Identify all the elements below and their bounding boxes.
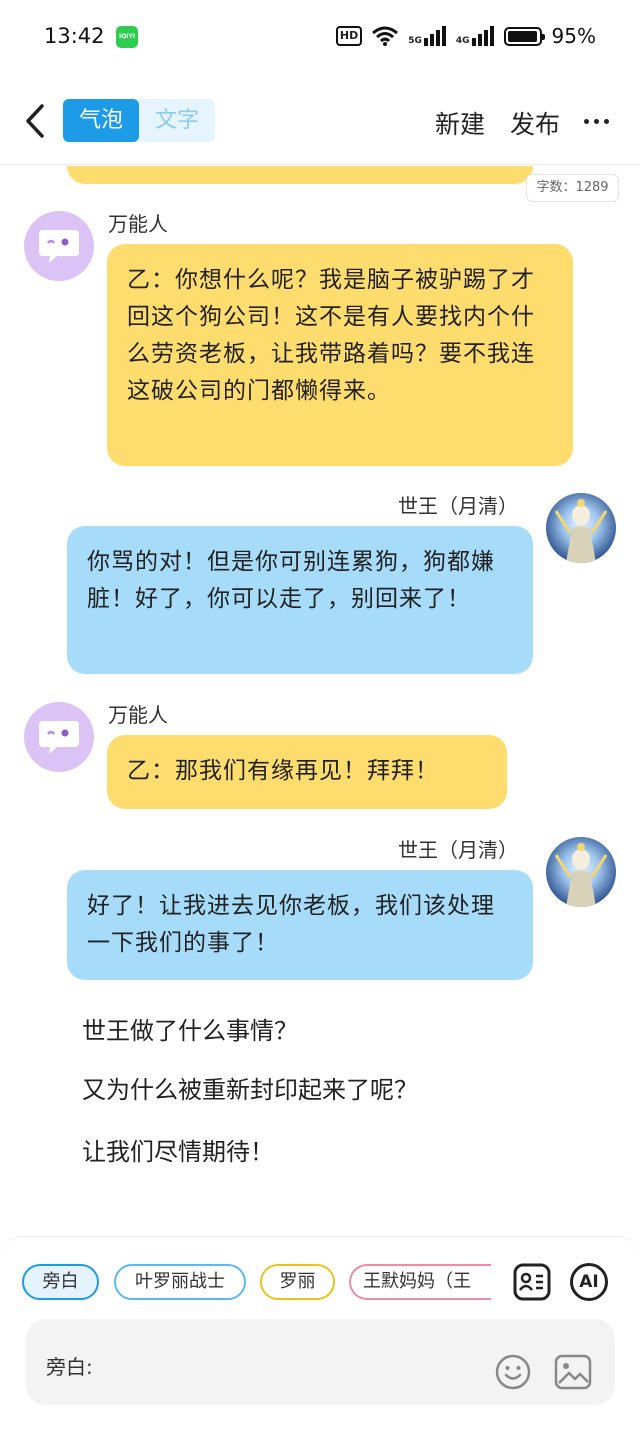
chevron-left-icon bbox=[26, 104, 44, 138]
speaker-name: 世王（月清） bbox=[398, 838, 518, 862]
narration-text[interactable]: 又为什么被重新封印起来了呢？ bbox=[82, 1070, 418, 1105]
avatar[interactable] bbox=[546, 493, 616, 563]
image-button[interactable] bbox=[554, 1354, 592, 1390]
character-chip-yeluoli-warrior[interactable]: 叶罗丽战士 bbox=[114, 1264, 246, 1300]
speaker-name: 世王（月清） bbox=[398, 494, 518, 518]
speaker-name: 万能人 bbox=[108, 212, 168, 236]
network-4g-label: 4G bbox=[455, 36, 470, 46]
view-mode-toggle: 气泡 文字 bbox=[63, 99, 215, 142]
character-list-button[interactable] bbox=[512, 1262, 552, 1302]
message-bubble[interactable]: 你骂的对！但是你可别连累狗，狗都嫌脏！好了，你可以走了，别回来了！ bbox=[67, 526, 533, 674]
avatar[interactable] bbox=[546, 837, 616, 907]
message-bubble[interactable]: 好了！让我进去见你老板，我们该处理一下我们的事了！ bbox=[67, 870, 533, 980]
back-button[interactable] bbox=[18, 101, 52, 141]
avatar[interactable] bbox=[24, 702, 94, 772]
word-count-badge: 字数：1289 bbox=[526, 174, 619, 202]
signal-5g-icon: 5G bbox=[408, 26, 446, 46]
composer-panel: 旁白 叶罗丽战士 罗丽 王默妈妈（王 AI 旁白: bbox=[0, 1236, 640, 1429]
signal-4g-icon: 4G bbox=[456, 26, 494, 46]
character-chip-luoli[interactable]: 罗丽 bbox=[260, 1264, 335, 1300]
more-icon[interactable] bbox=[584, 119, 609, 124]
chat-area[interactable]: 字数：1289 万能人 乙：你想什么呢？我是脑子被驴踢了才回这个狗公司！这不是有… bbox=[0, 166, 640, 1236]
message-bubble-partial[interactable] bbox=[67, 166, 533, 184]
publish-button[interactable]: 发布 bbox=[510, 105, 560, 141]
new-button[interactable]: 新建 bbox=[435, 105, 485, 141]
avatar[interactable] bbox=[24, 211, 94, 281]
ai-button[interactable]: AI bbox=[569, 1262, 609, 1302]
character-portrait-icon bbox=[554, 843, 608, 907]
character-list-icon bbox=[513, 1263, 551, 1301]
chat-bubble-face-icon bbox=[39, 721, 79, 754]
hd-voice-icon: HD bbox=[335, 26, 363, 46]
wifi-icon bbox=[372, 26, 399, 46]
battery-percent: 95% bbox=[551, 24, 596, 48]
character-chip-narrator[interactable]: 旁白 bbox=[22, 1264, 99, 1300]
status-indicators: HD 5G 4G 95% bbox=[335, 24, 596, 48]
ai-label: AI bbox=[579, 1272, 599, 1292]
input-speaker-label: 旁白: bbox=[46, 1355, 93, 1379]
status-bar: 13:42 iQIYI 爱奇艺 HD 5G 4G 95% bbox=[0, 0, 640, 75]
tab-bubble[interactable]: 气泡 bbox=[63, 99, 139, 142]
iqiyi-app-icon: iQIYI 爱奇艺 bbox=[116, 26, 138, 62]
battery-icon bbox=[503, 26, 545, 46]
emoji-icon bbox=[495, 1354, 531, 1390]
message-bubble[interactable]: 乙：你想什么呢？我是脑子被驴踢了才回这个狗公司！这不是有人要找内个什么劳资老板，… bbox=[107, 244, 573, 466]
tab-text[interactable]: 文字 bbox=[139, 99, 215, 142]
speaker-name: 万能人 bbox=[108, 703, 168, 727]
character-portrait-icon bbox=[554, 499, 608, 563]
network-5g-label: 5G bbox=[408, 36, 422, 46]
emoji-button[interactable] bbox=[495, 1354, 531, 1390]
message-input[interactable]: 旁白: bbox=[26, 1319, 615, 1405]
message-bubble[interactable]: 乙：那我们有缘再见！拜拜！ bbox=[107, 735, 507, 809]
narration-text[interactable]: 让我们尽情期待！ bbox=[82, 1132, 274, 1167]
narration-text[interactable]: 世王做了什么事情？ bbox=[82, 1011, 298, 1046]
image-icon bbox=[554, 1354, 592, 1390]
status-time: 13:42 bbox=[44, 24, 105, 48]
chat-bubble-face-icon bbox=[39, 230, 79, 263]
nav-bar: 气泡 文字 新建 发布 bbox=[0, 75, 640, 165]
character-chip-wangmo-mother[interactable]: 王默妈妈（王 bbox=[349, 1264, 491, 1300]
